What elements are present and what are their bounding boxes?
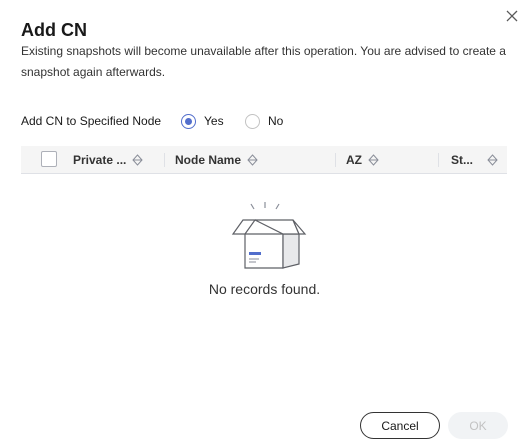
sort-icon[interactable] — [487, 153, 498, 166]
column-label: AZ — [346, 152, 362, 167]
radio-yes-label: Yes — [204, 114, 224, 128]
cancel-button[interactable]: Cancel — [360, 412, 440, 439]
table-header: Private ... Node Name AZ St... — [21, 146, 507, 174]
column-header-status[interactable]: St... — [451, 146, 498, 173]
column-divider — [335, 153, 336, 167]
empty-state: No records found. — [0, 196, 529, 297]
select-all-checkbox[interactable] — [41, 151, 57, 167]
empty-message: No records found. — [208, 281, 321, 297]
dialog-description: Existing snapshots will become unavailab… — [21, 44, 506, 79]
sort-icon[interactable] — [368, 153, 379, 166]
field-label: Add CN to Specified Node — [21, 114, 162, 128]
close-icon[interactable] — [505, 9, 519, 23]
column-label: Node Name — [175, 152, 242, 167]
column-header-node-name[interactable]: Node Name — [175, 146, 258, 173]
radio-no[interactable]: No — [245, 111, 283, 131]
radio-yes[interactable]: Yes — [181, 111, 224, 131]
column-label: St... — [451, 152, 474, 167]
sort-icon[interactable] — [247, 153, 258, 166]
dialog-title: Add CN — [21, 20, 87, 40]
ok-button[interactable]: OK — [448, 412, 508, 439]
column-label: Private ... — [73, 152, 127, 167]
radio-no-label: No — [268, 114, 284, 128]
radio-checked-icon — [181, 113, 196, 129]
add-cn-node-field: Add CN to Specified Node Yes No — [21, 111, 511, 131]
sort-icon[interactable] — [132, 153, 144, 166]
add-cn-dialog: Add CN Existing snapshots will become un… — [0, 0, 529, 442]
column-divider — [164, 153, 165, 167]
column-header-private-ip[interactable]: Private ... — [73, 146, 144, 173]
empty-box-icon — [231, 202, 306, 269]
radio-unchecked-icon — [245, 113, 260, 129]
column-divider — [438, 153, 439, 167]
column-header-az[interactable]: AZ — [346, 146, 379, 173]
